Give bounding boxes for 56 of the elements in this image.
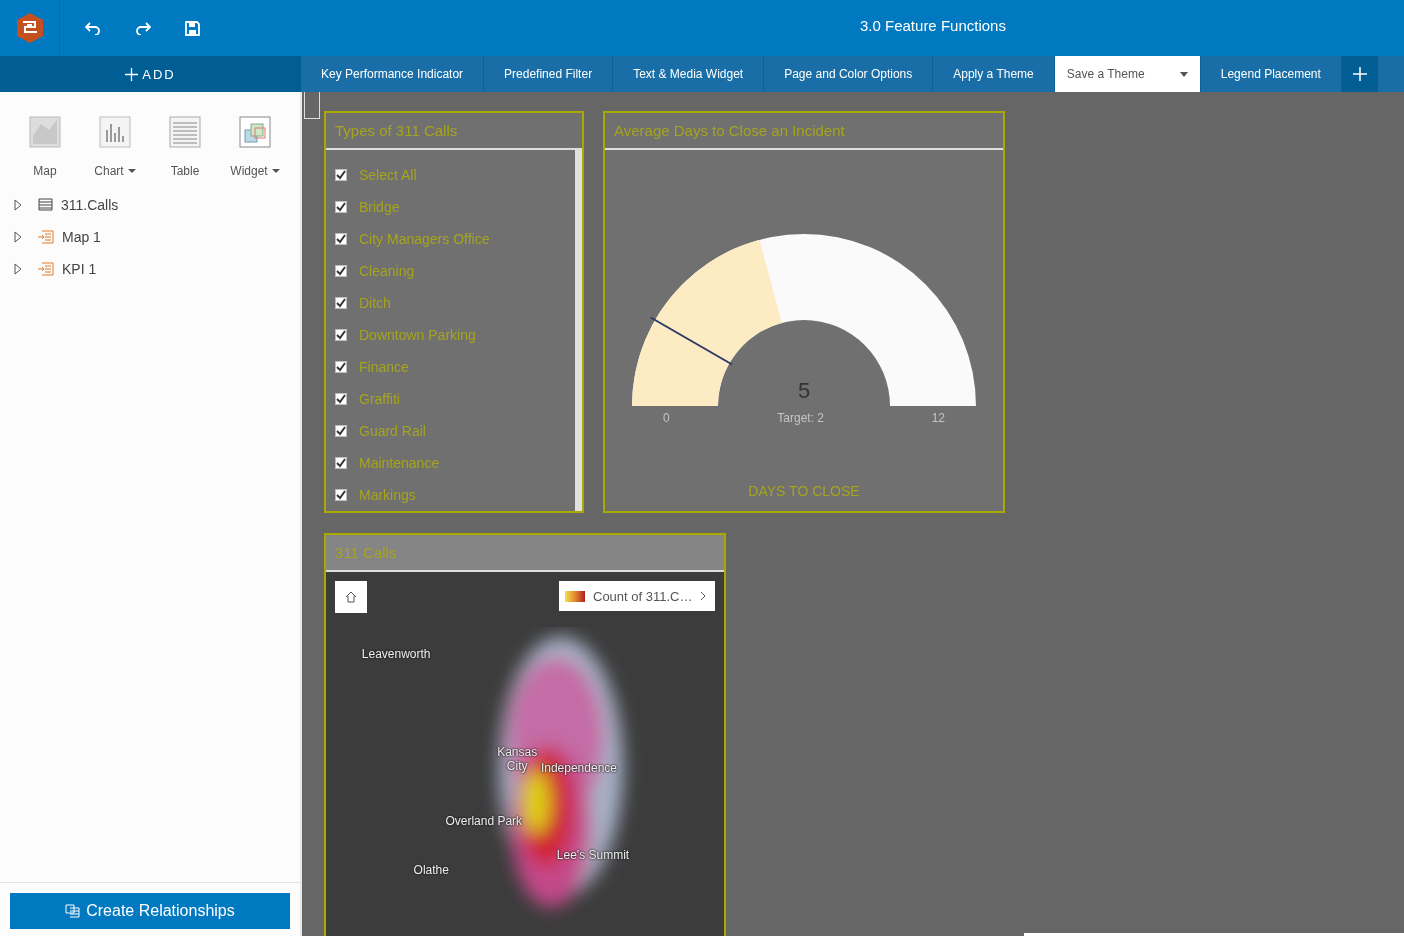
expand-arrow-icon[interactable]	[14, 230, 22, 243]
place-label: Olathe	[413, 863, 449, 877]
checkbox[interactable]	[335, 265, 347, 277]
tree-item[interactable]: KPI 1	[62, 260, 97, 277]
legend-button[interactable]: Count of 311.C…	[559, 581, 715, 611]
table-relation-icon	[65, 904, 81, 918]
bar-chart-icon[interactable]	[99, 116, 131, 148]
chevron-right-icon	[700, 591, 707, 601]
color-ramp-icon	[565, 590, 585, 602]
create-relationships-button[interactable]: Create Relationships	[10, 893, 290, 929]
gauge-target: Target: 2	[777, 411, 824, 425]
redo-icon[interactable]	[135, 21, 151, 35]
tree-item[interactable]: 311.Calls	[61, 196, 119, 213]
tool-label[interactable]: Map	[33, 164, 57, 178]
undo-icon[interactable]	[85, 21, 101, 35]
gauge-min: 0	[663, 411, 670, 425]
panel-title: Average Days to Close an Incident	[605, 113, 1003, 150]
page-title: 3.0 Feature Functions	[860, 17, 1006, 34]
checkbox[interactable]	[335, 329, 347, 341]
place-label: Overland Park	[445, 814, 523, 828]
plus-icon	[1352, 67, 1367, 81]
collapse-handle[interactable]	[304, 92, 320, 119]
tool-label[interactable]: Widget	[230, 164, 280, 178]
theme-dropdown[interactable]: Save a Theme	[1054, 56, 1201, 92]
place-label: Leavenworth	[361, 647, 431, 661]
save-icon[interactable]	[185, 20, 200, 36]
checkbox[interactable]	[335, 233, 347, 245]
checkbox[interactable]	[335, 425, 347, 437]
gauge-caption: DAYS TO CLOSE	[748, 483, 860, 499]
plus-icon	[125, 67, 139, 81]
checkbox[interactable]	[335, 489, 347, 501]
gauge-value: 5	[797, 378, 811, 404]
scrollbar[interactable]	[575, 150, 582, 511]
add-button[interactable]: ADD	[0, 56, 301, 92]
tool-label[interactable]: Chart	[94, 164, 136, 178]
add-tab-button[interactable]	[1341, 56, 1378, 92]
panel-title: Types of 311 Calls	[326, 113, 582, 150]
checkbox[interactable]	[335, 297, 347, 309]
layer-icon	[38, 229, 54, 244]
checkbox[interactable]	[335, 361, 347, 373]
tool-label[interactable]: Table	[170, 164, 200, 178]
gauge-max: 12	[931, 411, 945, 425]
tree-item[interactable]: Map 1	[62, 228, 101, 245]
layer-icon	[38, 261, 54, 276]
app-logo-icon	[14, 12, 45, 44]
table-icon	[38, 198, 53, 211]
checkbox[interactable]	[335, 201, 347, 213]
place-label: Lee's Summit	[556, 848, 630, 862]
checkbox[interactable]	[335, 169, 347, 181]
caret-icon	[1179, 71, 1188, 77]
expand-arrow-icon[interactable]	[14, 198, 22, 211]
home-icon	[345, 591, 357, 603]
checkbox[interactable]	[335, 457, 347, 469]
panel-title: 311 Calls	[326, 535, 724, 572]
checkbox[interactable]	[335, 393, 347, 405]
expand-arrow-icon[interactable]	[14, 262, 22, 275]
